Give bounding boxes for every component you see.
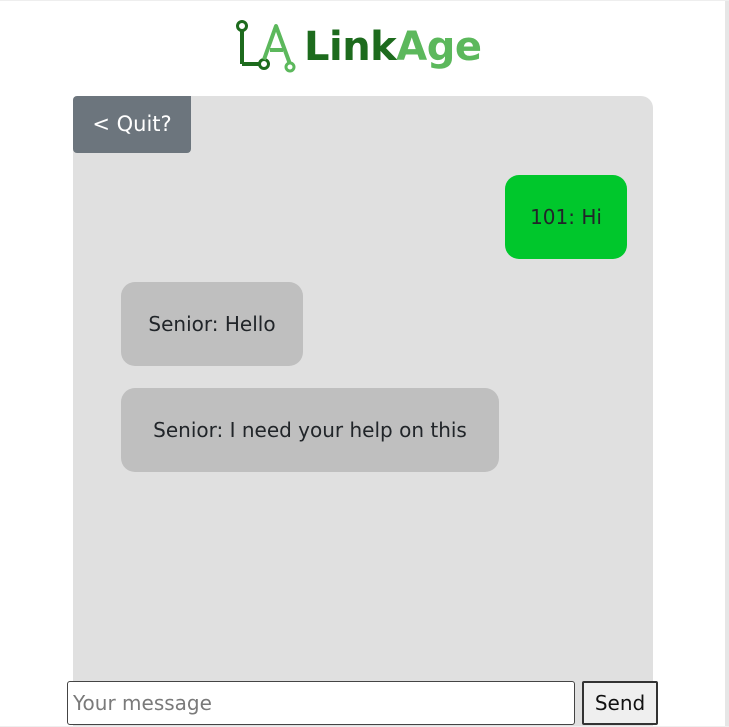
message-text: 101: Hi xyxy=(530,205,602,229)
logo-text-age: Age xyxy=(396,24,482,70)
message-bubble-sent: 101: Hi xyxy=(505,175,627,259)
chat-page: LinkAge < Quit? 101: Hi Senior: Hello Se… xyxy=(0,0,729,727)
send-button[interactable]: Send xyxy=(582,681,658,725)
message-bubble-received: Senior: Hello xyxy=(121,282,303,366)
quit-button[interactable]: < Quit? xyxy=(73,96,191,153)
logo-text-link: Link xyxy=(304,24,397,70)
message-text: Senior: I need your help on this xyxy=(153,418,467,442)
scrollbar-track xyxy=(725,1,729,727)
linkage-logo: LinkAge xyxy=(234,19,482,75)
la-circuit-logo-icon xyxy=(236,20,296,73)
message-bubble-received: Senior: I need your help on this xyxy=(121,388,499,472)
message-text: Senior: Hello xyxy=(148,312,276,336)
message-input[interactable] xyxy=(67,681,575,725)
logo-wordmark: LinkAge xyxy=(304,20,482,74)
